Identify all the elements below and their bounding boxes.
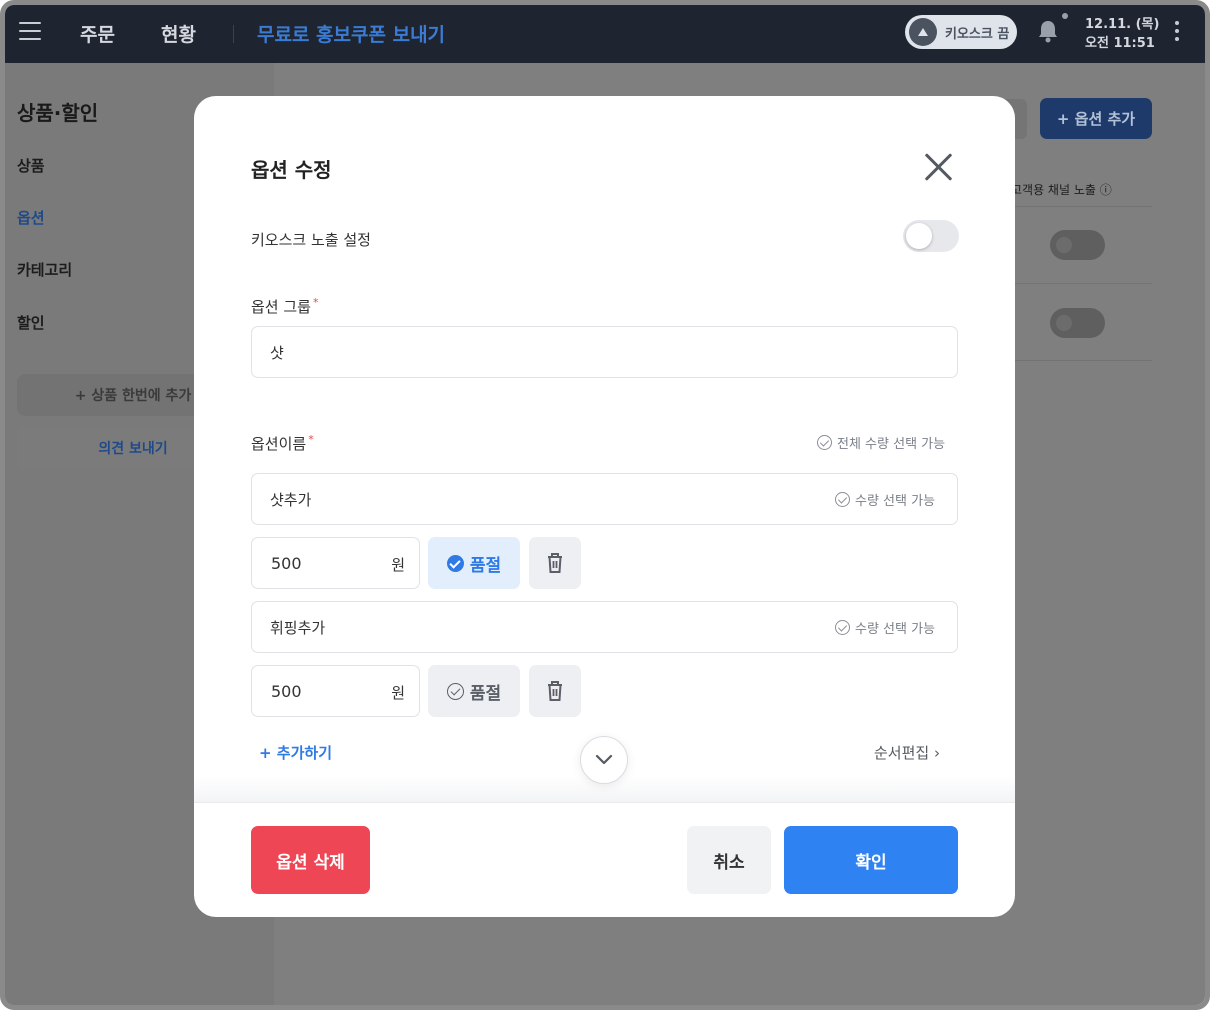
scroll-down-button[interactable]: [580, 736, 628, 784]
price-unit: 원: [391, 556, 405, 574]
soldout-label: 품절: [469, 555, 502, 576]
bell-icon[interactable]: [1037, 19, 1059, 47]
kiosk-status-label: 키오스크 끔: [945, 26, 1010, 42]
soldout-label: 품절: [469, 683, 502, 704]
price-unit: 원: [391, 684, 405, 702]
option-name-value: 휘핑추가: [270, 618, 326, 637]
sidebar-item-options[interactable]: 옵션: [17, 207, 45, 228]
price-value: 500: [271, 682, 302, 701]
reorder-link[interactable]: 순서편집 ›: [874, 742, 940, 763]
add-option-row-link[interactable]: + 추가하기: [259, 742, 332, 763]
check-circle-icon: [835, 620, 850, 635]
option-group-label-wrap: 옵션 그룹 *: [251, 296, 318, 317]
delete-option-button[interactable]: [529, 665, 581, 717]
delete-option-button[interactable]: [529, 537, 581, 589]
option-group-input[interactable]: 샷: [251, 326, 958, 378]
date-text: 12.11. (목): [1085, 17, 1160, 32]
channel-toggle[interactable]: [1050, 230, 1105, 260]
sidebar-item-categories[interactable]: 카테고리: [17, 259, 72, 280]
option-name-label: 옵션이름: [251, 435, 307, 453]
all-qty-checkbox[interactable]: 전체 수량 선택 가능: [817, 433, 945, 452]
qty-select-label: 수량 선택 가능: [855, 622, 936, 637]
nav-orders[interactable]: 주문: [80, 20, 115, 47]
sidebar-item-products[interactable]: 상품: [17, 155, 45, 176]
required-mark: *: [308, 433, 314, 446]
confirm-button[interactable]: 확인: [784, 826, 958, 894]
modal-title: 옵션 수정: [251, 158, 332, 182]
qty-select-checkbox[interactable]: 수량 선택 가능: [835, 490, 935, 509]
delete-option-group-button[interactable]: 옵션 삭제: [251, 826, 370, 894]
add-option-button[interactable]: + 옵션 추가: [1040, 98, 1152, 139]
kiosk-icon: [909, 18, 937, 46]
kiosk-setting-label: 키오스크 노출 설정: [251, 231, 371, 249]
kiosk-exposure-toggle[interactable]: [903, 220, 959, 252]
check-circle-icon: [446, 682, 464, 700]
qty-select-label: 수량 선택 가능: [855, 494, 936, 509]
qty-select-checkbox[interactable]: 수량 선택 가능: [835, 618, 935, 637]
row-divider: [1015, 360, 1152, 361]
price-input[interactable]: 500 원: [251, 665, 420, 717]
channel-toggle[interactable]: [1050, 308, 1105, 338]
app-frame: 주문 현황 무료로 홍보쿠폰 보내기 키오스크 끔 12.11. (목) 오전 …: [0, 0, 1210, 1010]
price-input[interactable]: 500 원: [251, 537, 420, 589]
channel-column-header: 고객용 채널 노출 ⓘ: [1011, 183, 1112, 197]
time-text: 오전 11:51: [1085, 36, 1155, 51]
menu-icon[interactable]: [19, 22, 41, 40]
row-divider: [1015, 283, 1152, 284]
close-icon[interactable]: [922, 151, 954, 183]
soldout-toggle[interactable]: 품절: [428, 665, 520, 717]
kiosk-status-button[interactable]: 키오스크 끔: [905, 15, 1017, 49]
price-value: 500: [271, 554, 302, 573]
chevron-down-icon: [595, 754, 613, 765]
edit-option-modal: 옵션 수정 키오스크 노출 설정 옵션 그룹 * 샷 옵션이름 * 전체 수량 선택…: [194, 96, 1015, 917]
nav-divider: [233, 25, 234, 43]
option-group-label: 옵션 그룹: [251, 298, 311, 316]
promo-coupon-link[interactable]: 무료로 홍보쿠폰 보내기: [257, 20, 445, 47]
datetime: 12.11. (목) 오전 11:51: [1085, 15, 1159, 53]
trash-icon: [548, 553, 562, 573]
option-name-value: 샷추가: [270, 490, 312, 509]
check-circle-icon: [817, 435, 832, 450]
nav-status[interactable]: 현황: [161, 20, 196, 47]
trash-icon: [548, 681, 562, 701]
row-divider: [1015, 206, 1152, 207]
top-bar: 주문 현황 무료로 홍보쿠폰 보내기 키오스크 끔 12.11. (목) 오전 …: [5, 5, 1205, 63]
cancel-button[interactable]: 취소: [687, 826, 771, 894]
all-qty-label: 전체 수량 선택 가능: [837, 437, 946, 452]
sidebar-item-discounts[interactable]: 할인: [17, 312, 45, 333]
option-name-label-wrap: 옵션이름 *: [251, 433, 314, 454]
notification-dot: [1062, 13, 1068, 19]
check-circle-icon: [835, 492, 850, 507]
soldout-toggle[interactable]: 품절: [428, 537, 520, 589]
sidebar-title: 상품·할인: [17, 101, 99, 125]
check-circle-icon: [446, 554, 464, 572]
more-icon[interactable]: [1175, 21, 1181, 45]
required-mark: *: [312, 296, 319, 309]
footer-divider: [194, 802, 1015, 803]
